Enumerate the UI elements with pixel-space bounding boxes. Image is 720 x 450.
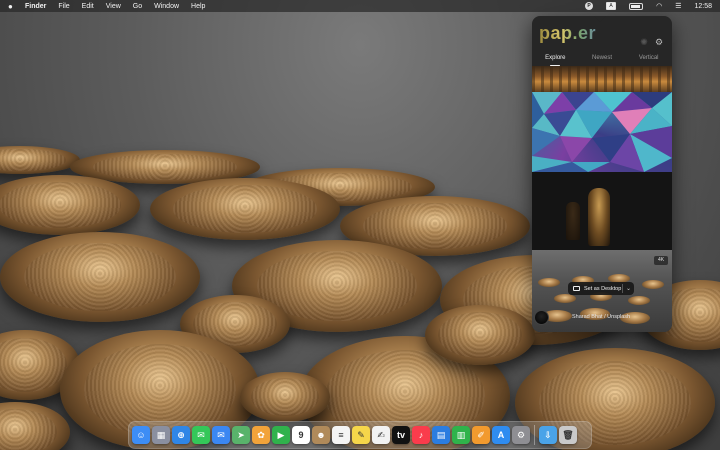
- notes-icon[interactable]: ✎: [352, 426, 370, 444]
- paper-logo: pap.er: [539, 23, 597, 43]
- photo-credit[interactable]: Sharad Bhat / Unsplash: [572, 314, 630, 320]
- monitor-icon: [573, 286, 580, 291]
- gear-icon[interactable]: ⚙: [654, 37, 664, 47]
- set-as-desktop-button[interactable]: Set as Desktop ⌄: [568, 282, 634, 295]
- apple-menu-icon[interactable]: ●: [8, 2, 17, 11]
- menu-clock[interactable]: 12:58: [694, 3, 712, 10]
- numbers-icon[interactable]: ▥: [452, 426, 470, 444]
- avatar[interactable]: [534, 310, 549, 325]
- menu-window[interactable]: Window: [154, 3, 179, 10]
- paper-tabs: Explore Newest Vertical: [532, 53, 672, 67]
- wallpaper-feed[interactable]: 4K Set as Desktop ⌄ Sharad Bhat / Unspla…: [532, 66, 672, 332]
- finder-icon[interactable]: ☺: [132, 426, 150, 444]
- facetime-icon[interactable]: ▶: [272, 426, 290, 444]
- chevron-down-icon[interactable]: ⌄: [623, 285, 634, 292]
- system-settings-icon[interactable]: ⚙: [512, 426, 530, 444]
- paper-status-icon[interactable]: P: [585, 2, 594, 10]
- downloads-folder-icon[interactable]: ⇩: [539, 426, 557, 444]
- resolution-badge: 4K: [654, 256, 668, 265]
- input-source-icon[interactable]: A: [606, 2, 617, 10]
- menu-help[interactable]: Help: [191, 3, 205, 10]
- tab-explore[interactable]: Explore: [532, 53, 579, 67]
- control-center-icon[interactable]: ☰: [675, 2, 681, 10]
- wallpaper-tile-polygons[interactable]: [532, 92, 672, 172]
- wallpaper-tile-statue[interactable]: [532, 172, 672, 250]
- safari-icon[interactable]: ⊕: [172, 426, 190, 444]
- paper-popover: pap.er ✺ ⚙ Explore Newest Vertical 4K Se…: [532, 16, 672, 332]
- app-store-icon[interactable]: A: [492, 426, 510, 444]
- music-icon[interactable]: ♪: [412, 426, 430, 444]
- wallpaper-tile-forest[interactable]: [532, 66, 672, 92]
- freeform-icon[interactable]: ✍: [372, 426, 390, 444]
- pages-icon[interactable]: ✐: [472, 426, 490, 444]
- menu-view[interactable]: View: [106, 3, 121, 10]
- mail-icon[interactable]: ✉: [212, 426, 230, 444]
- battery-icon[interactable]: [629, 2, 644, 10]
- maps-icon[interactable]: ➤: [232, 426, 250, 444]
- launchpad-icon[interactable]: ▦: [152, 426, 170, 444]
- calendar-icon[interactable]: 9: [292, 426, 310, 444]
- keynote-icon[interactable]: ▤: [432, 426, 450, 444]
- set-as-desktop-label: Set as Desktop: [584, 285, 622, 292]
- sun-icon[interactable]: ✺: [639, 37, 649, 47]
- messages-icon[interactable]: ✉: [192, 426, 210, 444]
- menu-go[interactable]: Go: [133, 3, 142, 10]
- reminders-icon[interactable]: ≡: [332, 426, 350, 444]
- tv-icon[interactable]: tv: [392, 426, 410, 444]
- dock: ☺ ▦ ⊕ ✉ ✉ ➤ ✿ ▶ 9 ☻ ≡ ✎ ✍ tv ♪ ▤ ▥ ✐ A ⚙ ⇩ 🗑: [128, 421, 592, 449]
- trash-icon[interactable]: 🗑: [559, 426, 577, 444]
- menu-bar: ● Finder File Edit View Go Window Help P…: [0, 0, 720, 12]
- tab-newest[interactable]: Newest: [579, 53, 626, 67]
- wifi-icon[interactable]: ◠: [656, 2, 662, 10]
- menu-edit[interactable]: Edit: [82, 3, 94, 10]
- menu-app-name[interactable]: Finder: [25, 3, 46, 10]
- photos-icon[interactable]: ✿: [252, 426, 270, 444]
- tab-vertical[interactable]: Vertical: [625, 53, 672, 67]
- wallpaper-tile-bowls[interactable]: 4K Set as Desktop ⌄ Sharad Bhat / Unspla…: [532, 250, 672, 332]
- contacts-icon[interactable]: ☻: [312, 426, 330, 444]
- menu-file[interactable]: File: [58, 3, 69, 10]
- dock-separator: [534, 425, 535, 445]
